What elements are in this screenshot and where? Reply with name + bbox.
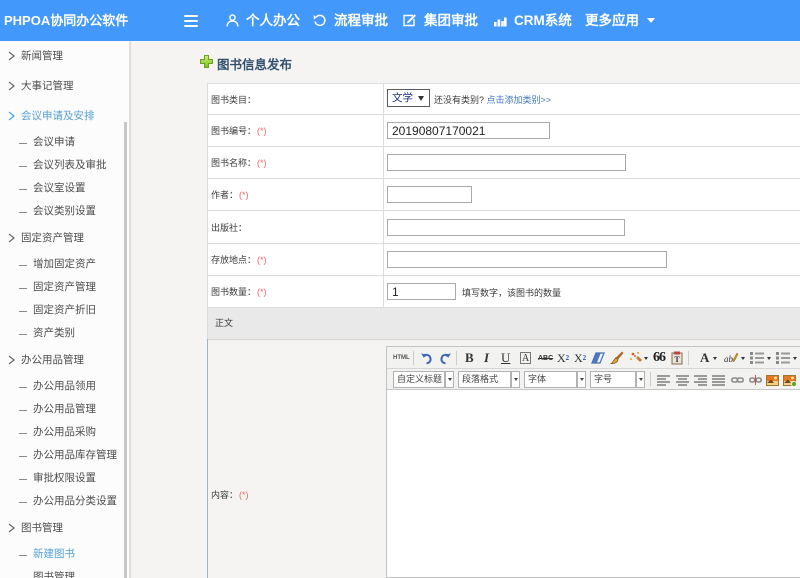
svg-text:ab: ab [724,354,734,364]
svg-text:T: T [674,355,680,364]
